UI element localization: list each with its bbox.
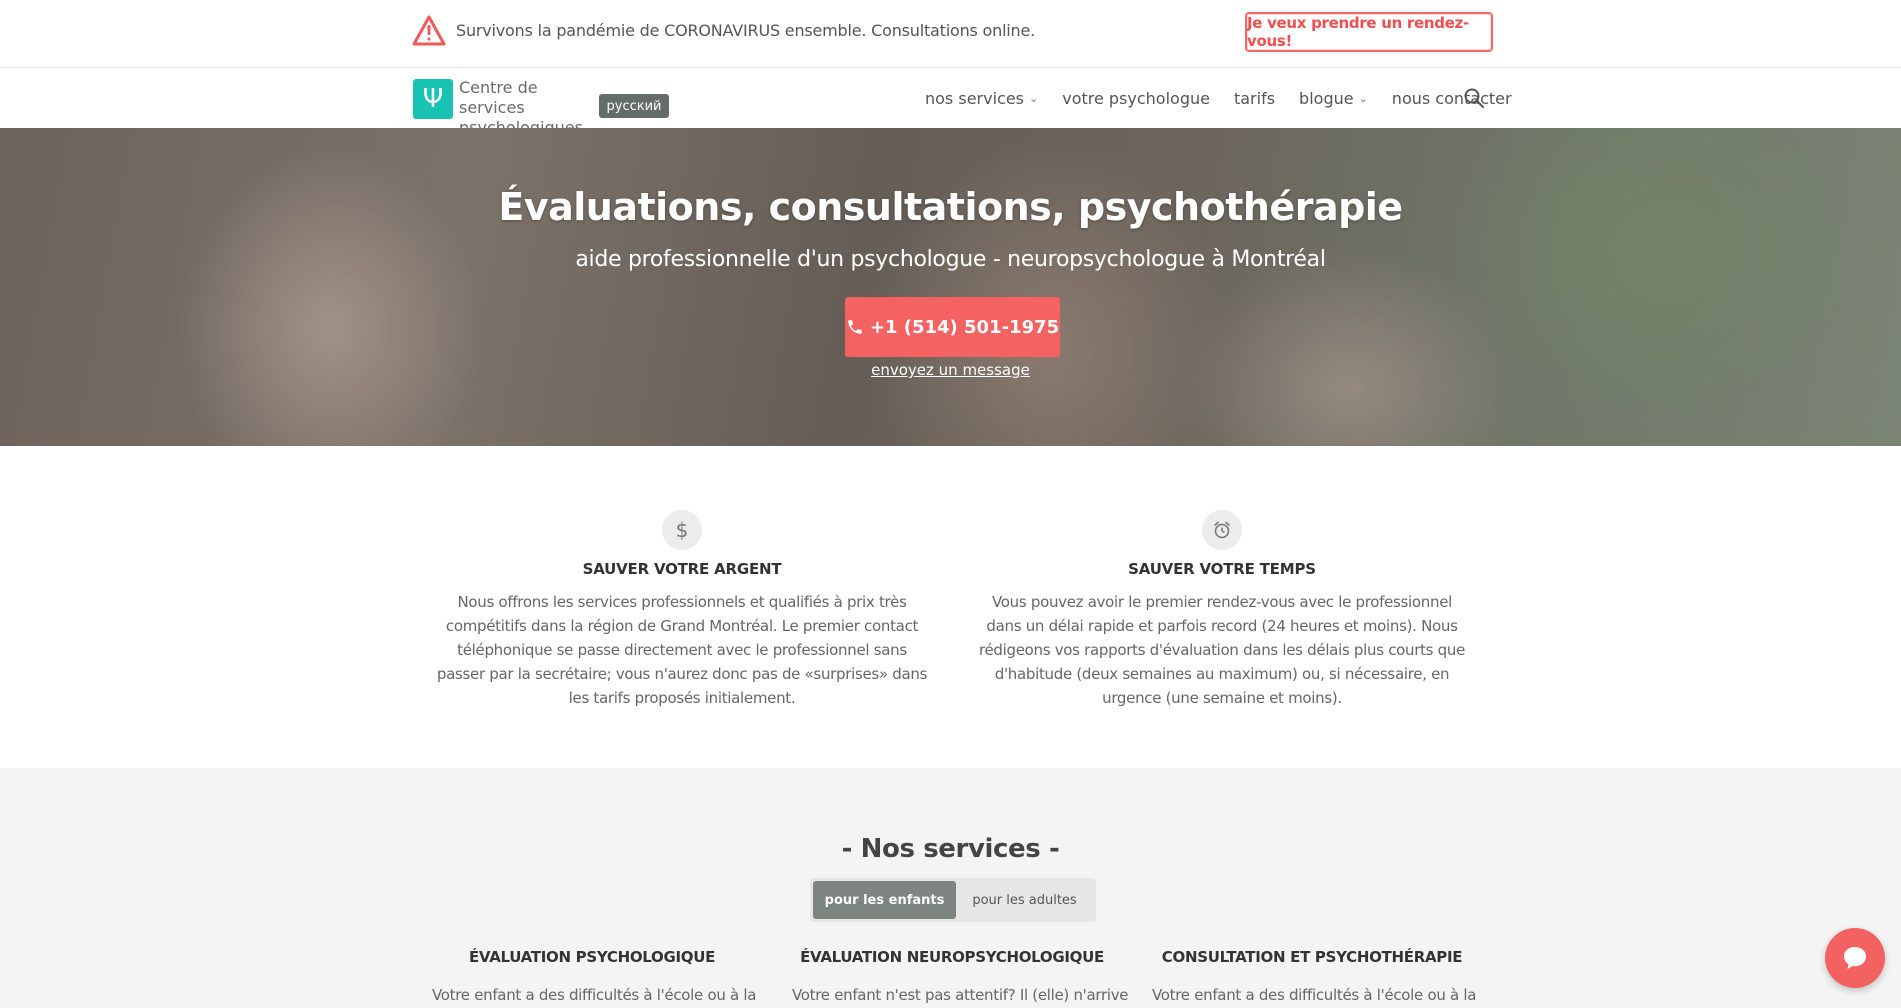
alert-message: Survivons la pandémie de CORONAVIRUS ens…: [456, 21, 1036, 40]
hero-content: Évaluations, consultations, psychothérap…: [0, 128, 1901, 446]
alarm-clock-icon-svg: [1214, 521, 1230, 539]
service-text: Votre enfant n'est pas attentif? Il (ell…: [792, 986, 1129, 1004]
service-title[interactable]: ÉVALUATION NEUROPSYCHOLOGIQUE: [792, 948, 1112, 966]
feature-title: SAUVER VOTRE ARGENT: [582, 560, 782, 578]
service-card-neuropsychological-evaluation: ÉVALUATION NEUROPSYCHOLOGIQUE Votre enfa…: [792, 948, 1129, 1004]
feature-title: SAUVER VOTRE TEMPS: [1128, 560, 1316, 578]
services-tabs: pour les enfants pour les adultes: [810, 878, 1096, 922]
alert-bar: Survivons la pandémie de CORONAVIRUS ens…: [0, 0, 1901, 68]
services-title: - Nos services -: [841, 834, 1060, 864]
send-message-link[interactable]: envoyez un message: [0, 361, 1901, 379]
service-card-psychological-evaluation: ÉVALUATION PSYCHOLOGIQUE Votre enfant a …: [432, 948, 757, 1004]
chat-widget-button[interactable]: [1825, 928, 1885, 988]
feature-text: Vous pouvez avoir le premier rendez-vous…: [978, 593, 1466, 707]
warning-triangle-icon: [412, 15, 446, 46]
phone-button[interactable]: +1 (514) 501-1975: [845, 297, 1060, 357]
hero-subtitle: aide professionnelle d'un psychologue - …: [575, 247, 1326, 272]
tab-children[interactable]: pour les enfants: [813, 881, 956, 919]
chevron-down-icon: ⌄: [1029, 92, 1039, 105]
service-card-consultation: CONSULTATION ET PSYCHOTHÉRAPIE Votre enf…: [1152, 948, 1477, 1004]
logo-icon[interactable]: Ψ: [413, 79, 453, 119]
service-title[interactable]: CONSULTATION ET PSYCHOTHÉRAPIE: [1152, 948, 1472, 966]
nav-item-psychologist[interactable]: votre psychologue: [1062, 89, 1210, 108]
nav-item-label: nous contacter: [1391, 89, 1512, 108]
logo-line-1: Centre de services: [459, 78, 538, 117]
feature-save-money: $ SAUVER VOTRE ARGENT Nous offrons les s…: [432, 510, 932, 710]
hero-title: Évaluations, consultations, psychothérap…: [498, 185, 1403, 229]
appointment-button[interactable]: Je veux prendre un rendez-vous!: [1245, 12, 1493, 52]
services-section: - Nos services - pour les enfants pour l…: [0, 768, 1901, 1008]
language-switch[interactable]: русский: [599, 94, 669, 118]
nav-item-label: votre psychologue: [1062, 89, 1210, 108]
nav-item-blog[interactable]: blogue ⌄: [1299, 89, 1368, 108]
chat-bubble-icon: [1844, 947, 1866, 969]
hero-banner: Évaluations, consultations, psychothérap…: [0, 128, 1901, 446]
dollar-icon: $: [662, 510, 702, 550]
alarm-clock-icon: [1202, 510, 1242, 550]
service-text: Votre enfant a des difficultés à l'école…: [432, 986, 757, 1004]
service-text: Votre enfant a des difficultés à l'école…: [1152, 986, 1477, 1004]
nav-item-services[interactable]: nos services ⌄: [925, 89, 1038, 108]
nav-item-label: tarifs: [1233, 89, 1276, 108]
nav-menu: nos services ⌄ votre psychologue tarifs …: [925, 89, 1536, 108]
nav-item-rates[interactable]: tarifs: [1234, 89, 1275, 108]
nav-item-label: nos services: [925, 89, 1024, 108]
phone-number: +1 (514) 501-1975: [869, 316, 1060, 338]
features-section: $ SAUVER VOTRE ARGENT Nous offrons les s…: [0, 446, 1901, 768]
service-title[interactable]: ÉVALUATION PSYCHOLOGIQUE: [432, 948, 752, 966]
feature-text: Nous offrons les services professionnels…: [436, 593, 928, 707]
main-navbar: Ψ Centre de services psychologiques русс…: [0, 68, 1901, 137]
tab-adults[interactable]: pour les adultes: [956, 881, 1093, 919]
search-icon[interactable]: [1463, 87, 1485, 109]
nav-item-label: blogue: [1299, 89, 1354, 108]
phone-icon: [848, 320, 862, 334]
nav-item-contact[interactable]: nous contacter: [1392, 89, 1512, 108]
feature-save-time: SAUVER VOTRE TEMPS Vous pouvez avoir le …: [972, 510, 1472, 710]
chevron-down-icon: ⌄: [1358, 92, 1368, 105]
